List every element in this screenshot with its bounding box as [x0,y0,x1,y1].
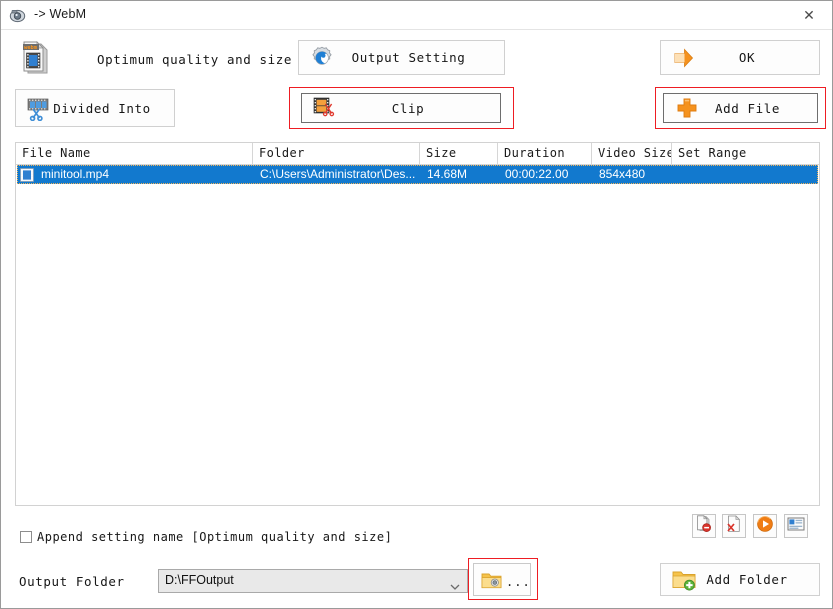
output-folder-value: D:\FFOutput [165,573,234,587]
close-icon[interactable]: ✕ [786,1,832,29]
table-row[interactable]: minitool.mp4 C:\Users\Administrator\Des.… [17,165,818,184]
page-delete-icon [725,515,743,537]
column-header-file-name[interactable]: File Name [16,143,253,164]
table-header-row: File Name Folder Size Duration Video Siz… [16,143,819,165]
folder-add-icon [671,567,697,593]
page-remove-icon [695,515,713,537]
browse-output-folder-button[interactable]: ... [473,563,531,596]
cell-size: 14.68M [427,167,468,181]
title-bar: -> WebM ✕ [1,1,832,30]
folder-browse-icon [481,571,503,594]
divided-into-button[interactable]: Divided Into [15,89,175,127]
gear-blue-icon [309,45,335,71]
chevron-down-icon[interactable] [450,577,460,590]
svg-text:webm: webm [24,45,38,51]
browse-ellipsis-label: ... [506,575,531,589]
append-setting-checkbox[interactable] [20,531,32,543]
cell-duration: 00:00:22.00 [505,167,569,181]
clip-button[interactable]: Clip [301,93,501,123]
window-title: -> WebM [34,7,87,21]
app-window: -> WebM ✕ webm Optimum quality and size [0,0,833,609]
film-scissors-orange-icon [312,95,338,121]
webm-file-icon: webm [19,41,53,77]
file-list-table[interactable]: File Name Folder Size Duration Video Siz… [15,142,820,506]
app-camera-icon [9,7,26,24]
output-folder-label: Output Folder [19,574,125,589]
column-header-set-range[interactable]: Set Range [672,143,819,164]
clear-list-button[interactable] [722,514,746,538]
add-folder-button[interactable]: Add Folder [660,563,820,596]
cell-set-range [673,165,818,184]
append-setting-label: Append setting name [Optimum quality and… [37,530,393,544]
column-header-folder[interactable]: Folder [253,143,420,164]
preview-play-button[interactable] [753,514,777,538]
info-panel-icon [787,515,805,537]
play-circle-icon [756,515,774,537]
append-setting-checkbox-row[interactable]: Append setting name [Optimum quality and… [20,530,392,544]
remove-file-button[interactable] [692,514,716,538]
ok-button[interactable]: OK [660,40,820,75]
column-header-duration[interactable]: Duration [498,143,592,164]
orange-plus-icon [674,95,700,121]
cell-file-name: minitool.mp4 [41,167,110,181]
film-scissors-blue-icon [26,95,52,122]
output-folder-input[interactable]: D:\FFOutput [158,569,468,593]
output-setting-button[interactable]: Output Setting [298,40,505,75]
cell-video-size: 854x480 [599,167,646,181]
video-file-icon [20,167,34,182]
preset-name-label: Optimum quality and size [97,52,293,67]
column-header-video-size[interactable]: Video Size [592,143,672,164]
cell-folder: C:\Users\Administrator\Des... [260,167,416,181]
add-file-button[interactable]: Add File [663,93,818,123]
orange-arrow-right-icon [671,45,697,71]
column-header-size[interactable]: Size [420,143,498,164]
file-info-button[interactable] [784,514,808,538]
